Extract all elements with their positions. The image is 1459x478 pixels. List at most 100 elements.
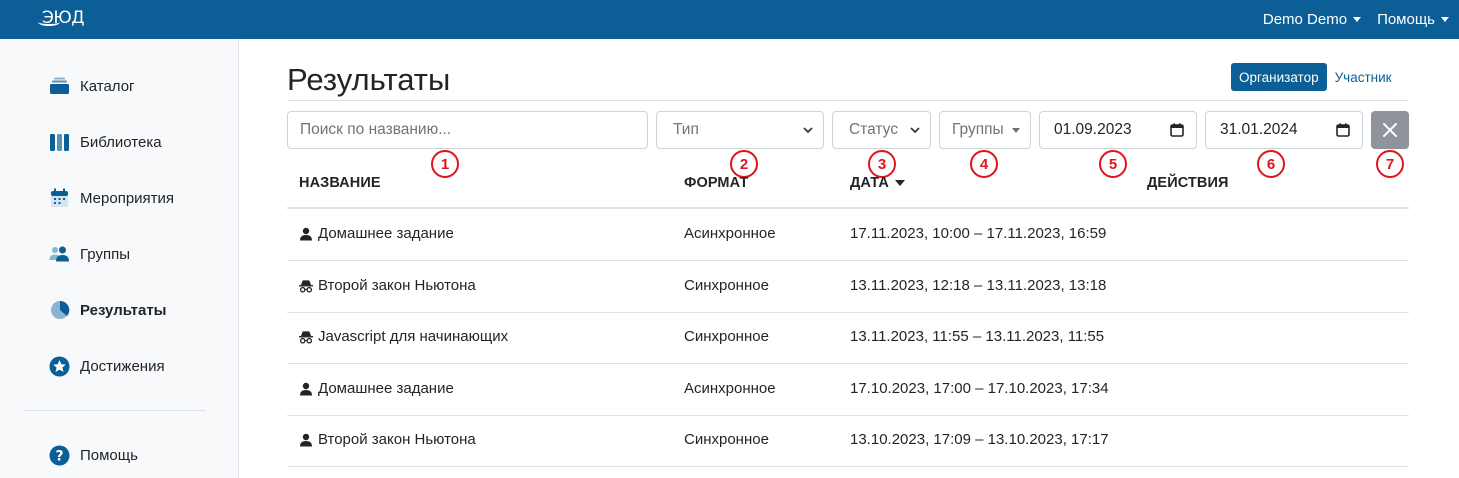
user-menu[interactable]: Demo Demo — [1262, 11, 1362, 28]
annotation-marker-6: 6 — [1257, 150, 1285, 178]
row-name[interactable]: Javascript для начинающих — [318, 328, 508, 345]
person-icon — [299, 433, 313, 447]
date-from-value: 01.09.2023 — [1054, 121, 1132, 138]
date-to-input[interactable]: 31.01.2024 — [1205, 111, 1363, 149]
search-field — [287, 111, 648, 149]
chevron-down-icon — [803, 127, 813, 134]
close-icon — [1383, 123, 1397, 137]
row-format: Синхронное — [684, 431, 769, 448]
sidebar-item-label: Группы — [80, 245, 130, 263]
type-select-value: Тип — [673, 121, 699, 138]
column-header-name[interactable]: НАЗВАНИЕ — [299, 175, 381, 191]
type-select[interactable]: Тип — [656, 111, 824, 149]
sidebar-item-label: Каталог — [80, 77, 135, 95]
sidebar-item-catalog[interactable]: Каталог — [49, 74, 135, 98]
annotation-marker-5: 5 — [1099, 150, 1127, 178]
row-name[interactable]: Домашнее задание — [318, 380, 454, 397]
sidebar-item-help[interactable]: ? Помощь — [49, 443, 138, 467]
user-menu-label: Demo Demo — [1262, 11, 1348, 28]
top-navbar: ЭЮД Demo Demo Помощь — [0, 0, 1459, 39]
title-divider — [287, 100, 1409, 101]
row-date: 17.10.2023, 17:00 – 17.10.2023, 17:34 — [850, 380, 1109, 397]
sidebar-item-events[interactable]: Мероприятия — [49, 186, 174, 210]
status-select[interactable]: Статус — [832, 111, 931, 149]
help-menu-label: Помощь — [1377, 11, 1435, 28]
logo-swirl — [38, 18, 60, 26]
annotation-marker-7: 7 — [1376, 150, 1404, 178]
groups-dropdown-label: Группы — [952, 121, 1004, 138]
incognito-icon — [299, 279, 313, 293]
sort-desc-icon — [894, 180, 905, 187]
sidebar-item-label: Мероприятия — [80, 189, 175, 207]
caret-down-icon — [1353, 17, 1362, 22]
annotation-marker-2: 2 — [730, 150, 758, 178]
status-select-value: Статус — [849, 121, 898, 138]
row-date: 13.11.2023, 11:55 – 13.11.2023, 11:55 — [850, 328, 1105, 345]
person-icon — [299, 227, 313, 241]
table-row[interactable]: Второй закон Ньютона Синхронное 13.11.20… — [287, 261, 1409, 313]
table-row[interactable]: Домашнее задание Асинхронное 17.10.2023,… — [287, 364, 1409, 416]
date-from-input[interactable]: 01.09.2023 — [1039, 111, 1197, 149]
sidebar: Каталог Библиотека Мероприятия Группы Ре… — [0, 39, 239, 478]
column-header-date-label: ДАТА — [850, 175, 889, 191]
row-name-cell: Домашнее задание — [299, 225, 454, 242]
column-header-format[interactable]: ФОРМАТ — [684, 175, 748, 191]
pie-chart-icon — [49, 300, 70, 321]
caret-down-icon — [1012, 127, 1020, 133]
participant-role-button[interactable]: Участник — [1327, 63, 1400, 91]
calendar-icon[interactable] — [1336, 123, 1350, 137]
question-icon: ? — [49, 445, 70, 466]
annotation-marker-3: 3 — [868, 150, 896, 178]
person-icon — [299, 382, 313, 396]
clear-filters-button[interactable] — [1371, 111, 1409, 149]
annotation-marker-1: 1 — [431, 150, 459, 178]
catalog-icon — [49, 76, 70, 97]
table-row[interactable]: Javascript для начинающих Синхронное 13.… — [287, 312, 1409, 364]
row-date: 13.11.2023, 12:18 – 13.11.2023, 13:18 — [850, 277, 1107, 294]
annotation-marker-4: 4 — [970, 150, 998, 178]
sidebar-item-library[interactable]: Библиотека — [49, 130, 162, 154]
date-to-value: 31.01.2024 — [1220, 121, 1298, 138]
search-input[interactable] — [288, 112, 647, 148]
calendar-icon — [49, 188, 70, 209]
row-format: Асинхронное — [684, 225, 776, 242]
library-icon — [49, 132, 70, 153]
incognito-icon — [299, 330, 313, 344]
row-name[interactable]: Домашнее задание — [318, 225, 454, 242]
page-title: Результаты — [287, 62, 451, 97]
caret-down-icon — [1441, 17, 1449, 22]
sidebar-item-groups[interactable]: Группы — [49, 242, 130, 266]
calendar-icon[interactable] — [1170, 123, 1184, 137]
sidebar-item-label: Помощь — [80, 446, 138, 464]
sidebar-item-achievements[interactable]: Достижения — [49, 354, 165, 378]
groups-dropdown[interactable]: Группы — [939, 111, 1031, 149]
navbar-menus: Demo Demo Помощь — [1263, 0, 1449, 39]
sidebar-item-label: Библиотека — [80, 133, 162, 151]
role-switch: Организатор Участник — [1231, 63, 1400, 91]
row-name-cell: Домашнее задание — [299, 380, 454, 397]
table-row[interactable]: Второй закон Ньютона Синхронное 13.10.20… — [287, 415, 1409, 467]
row-name[interactable]: Второй закон Ньютона — [318, 431, 476, 448]
chevron-down-icon — [910, 127, 920, 134]
row-date: 13.10.2023, 17:09 – 13.10.2023, 17:17 — [850, 431, 1109, 448]
column-header-date[interactable]: ДАТА — [850, 175, 905, 191]
sidebar-item-label: Достижения — [80, 357, 165, 375]
star-icon — [49, 356, 70, 377]
row-name-cell: Javascript для начинающих — [299, 328, 508, 345]
row-format: Асинхронное — [684, 380, 776, 397]
row-name-cell: Второй закон Ньютона — [299, 431, 476, 448]
row-name[interactable]: Второй закон Ньютона — [318, 277, 476, 294]
sidebar-item-results[interactable]: Результаты — [49, 298, 166, 322]
app-logo[interactable]: ЭЮД — [38, 8, 85, 28]
help-menu[interactable]: Помощь — [1377, 11, 1449, 28]
organizer-role-button[interactable]: Организатор — [1231, 63, 1327, 91]
column-header-actions: ДЕЙСТВИЯ — [1147, 175, 1229, 191]
row-name-cell: Второй закон Ньютона — [299, 277, 476, 294]
row-format: Синхронное — [684, 328, 769, 345]
row-format: Синхронное — [684, 277, 769, 294]
svg-text:?: ? — [55, 448, 63, 464]
sidebar-item-label: Результаты — [80, 301, 167, 319]
table-row[interactable]: Домашнее задание Асинхронное 17.11.2023,… — [287, 209, 1409, 261]
row-date: 17.11.2023, 10:00 – 17.11.2023, 16:59 — [850, 225, 1107, 242]
users-icon — [49, 244, 70, 265]
